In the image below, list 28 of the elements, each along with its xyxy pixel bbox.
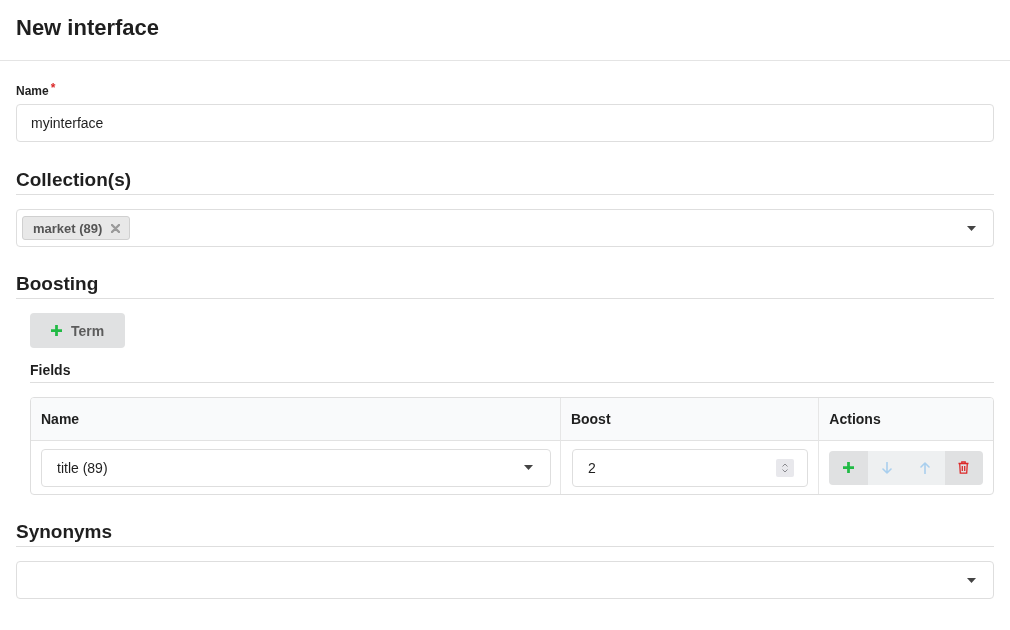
field-select[interactable]: title (89) — [41, 448, 551, 487]
trash-icon — [958, 461, 970, 474]
section-heading: Collection(s) — [16, 169, 132, 191]
arrow-down-icon — [881, 461, 892, 474]
section-heading: Fields — [30, 362, 71, 379]
field-label: Name — [16, 84, 49, 98]
caret-icon — [967, 225, 976, 231]
section-heading: Boosting — [16, 273, 99, 295]
boost-input[interactable]: 2 — [571, 448, 809, 487]
required-mark: * — [50, 84, 56, 93]
synonyms-select[interactable] — [16, 561, 994, 599]
page-title: New interface — [16, 15, 160, 41]
caret-icon — [967, 577, 976, 583]
column-header: Boost — [570, 410, 611, 428]
add-term-button[interactable]: Term — [30, 313, 126, 348]
section-heading: Synonyms — [16, 521, 113, 543]
column-header: Actions — [829, 410, 881, 428]
arrow-up-icon — [920, 461, 931, 474]
delete-button[interactable] — [944, 450, 983, 485]
add-row-button[interactable] — [829, 450, 868, 485]
caret-icon — [523, 465, 533, 470]
remove-icon[interactable] — [111, 223, 121, 233]
plus-icon — [843, 462, 855, 473]
collection-tag[interactable]: market (89) — [22, 216, 131, 240]
column-header: Name — [41, 410, 80, 428]
plus-icon — [51, 325, 62, 336]
collection-select[interactable]: market (89) — [16, 209, 994, 247]
name-input[interactable]: myinterface — [16, 104, 994, 142]
